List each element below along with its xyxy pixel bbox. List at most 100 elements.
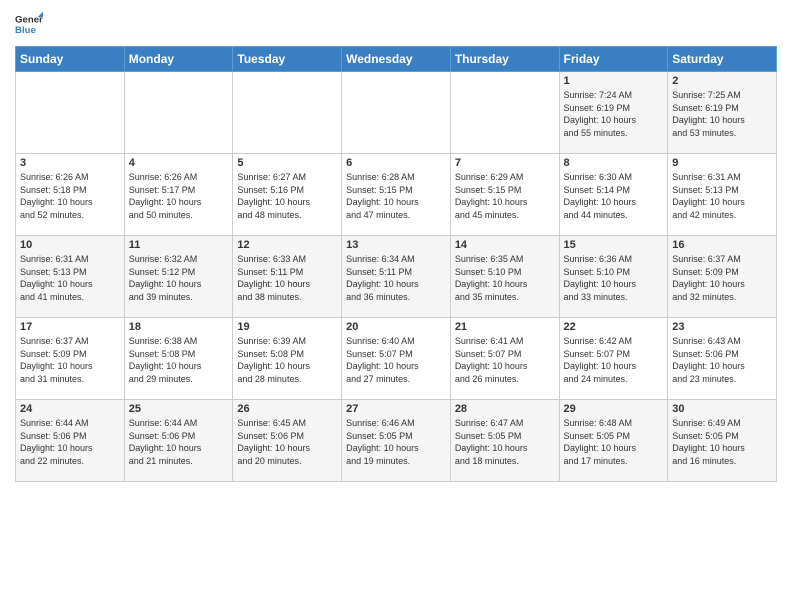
calendar-cell: 27 Sunrise: 6:46 AM Sunset: 5:05 PM Dayli… (342, 400, 451, 482)
day-info: Sunrise: 6:42 AM Sunset: 5:07 PM Dayligh… (564, 335, 664, 385)
calendar-cell: 13Sunrise: 6:34 AM Sunset: 5:11 PM Dayli… (342, 236, 451, 318)
day-info: Sunrise: 6:38 AM Sunset: 5:08 PM Dayligh… (129, 335, 229, 385)
calendar-cell: 18Sunrise: 6:38 AM Sunset: 5:08 PM Dayli… (124, 318, 233, 400)
calendar-cell: 17 Sunrise: 6:37 AM Sunset: 5:09 PM Dayli… (16, 318, 125, 400)
calendar-cell: 11 Sunrise: 6:32 AM Sunset: 5:12 PM Dayli… (124, 236, 233, 318)
weekday-header-tuesday: Tuesday (233, 47, 342, 72)
calendar-header: General Blue (15, 10, 777, 38)
day-number: 14 (455, 239, 555, 251)
calendar-cell (450, 72, 559, 154)
calendar-cell: 5Sunrise: 6:27 AM Sunset: 5:16 PM Daylig… (233, 154, 342, 236)
day-number: 21 (455, 321, 555, 333)
weekday-header-friday: Friday (559, 47, 668, 72)
day-info: Sunrise: 6:36 AM Sunset: 5:10 PM Dayligh… (564, 253, 664, 303)
day-number: 15 (564, 239, 664, 251)
calendar-cell: 30 Sunrise: 6:49 AM Sunset: 5:05 PM Dayli… (668, 400, 777, 482)
day-number: 23 (672, 321, 772, 333)
day-number: 4 (129, 157, 229, 169)
day-info: Sunrise: 6:30 AM Sunset: 5:14 PM Dayligh… (564, 171, 664, 221)
day-number: 8 (564, 157, 664, 169)
day-info: Sunrise: 6:44 AM Sunset: 5:06 PM Dayligh… (129, 417, 229, 467)
day-number: 19 (237, 321, 337, 333)
calendar-week-3: 10 Sunrise: 6:31 AM Sunset: 5:13 PM Dayli… (16, 236, 777, 318)
calendar-cell: 24 Sunrise: 6:44 AM Sunset: 5:06 PM Dayli… (16, 400, 125, 482)
day-info: Sunrise: 6:48 AM Sunset: 5:05 PM Dayligh… (564, 417, 664, 467)
day-number: 28 (455, 403, 555, 415)
calendar-cell: 2 Sunrise: 7:25 AM Sunset: 6:19 PM Daylig… (668, 72, 777, 154)
day-number: 29 (564, 403, 664, 415)
day-info: Sunrise: 6:32 AM Sunset: 5:12 PM Dayligh… (129, 253, 229, 303)
day-number: 12 (237, 239, 337, 251)
day-number: 26 (237, 403, 337, 415)
calendar-cell: 25 Sunrise: 6:44 AM Sunset: 5:06 PM Dayli… (124, 400, 233, 482)
day-info: Sunrise: 6:47 AM Sunset: 5:05 PM Dayligh… (455, 417, 555, 467)
calendar-cell: 14 Sunrise: 6:35 AM Sunset: 5:10 PM Dayli… (450, 236, 559, 318)
calendar-cell: 4Sunrise: 6:26 AM Sunset: 5:17 PM Daylig… (124, 154, 233, 236)
day-info: Sunrise: 6:35 AM Sunset: 5:10 PM Dayligh… (455, 253, 555, 303)
day-info: Sunrise: 6:34 AM Sunset: 5:11 PM Dayligh… (346, 253, 446, 303)
calendar-cell (124, 72, 233, 154)
calendar-cell: 21Sunrise: 6:41 AM Sunset: 5:07 PM Dayli… (450, 318, 559, 400)
day-info: Sunrise: 6:31 AM Sunset: 5:13 PM Dayligh… (672, 171, 772, 221)
calendar-cell: 3 Sunrise: 6:26 AM Sunset: 5:18 PM Daylig… (16, 154, 125, 236)
calendar-week-1: 1 Sunrise: 7:24 AM Sunset: 6:19 PM Daylig… (16, 72, 777, 154)
day-number: 3 (20, 157, 120, 169)
day-info: Sunrise: 6:46 AM Sunset: 5:05 PM Dayligh… (346, 417, 446, 467)
day-info: Sunrise: 7:24 AM Sunset: 6:19 PM Dayligh… (564, 89, 664, 139)
calendar-cell: 23 Sunrise: 6:43 AM Sunset: 5:06 PM Dayli… (668, 318, 777, 400)
calendar-cell: 16 Sunrise: 6:37 AM Sunset: 5:09 PM Dayli… (668, 236, 777, 318)
calendar-cell: 26 Sunrise: 6:45 AM Sunset: 5:06 PM Dayli… (233, 400, 342, 482)
weekday-header-wednesday: Wednesday (342, 47, 451, 72)
day-info: Sunrise: 6:44 AM Sunset: 5:06 PM Dayligh… (20, 417, 120, 467)
calendar-cell: 15 Sunrise: 6:36 AM Sunset: 5:10 PM Dayli… (559, 236, 668, 318)
logo-icon: General Blue (15, 10, 43, 38)
day-number: 6 (346, 157, 446, 169)
day-number: 2 (672, 75, 772, 87)
day-info: Sunrise: 7:25 AM Sunset: 6:19 PM Dayligh… (672, 89, 772, 139)
weekday-header-sunday: Sunday (16, 47, 125, 72)
calendar-cell: 28 Sunrise: 6:47 AM Sunset: 5:05 PM Dayli… (450, 400, 559, 482)
day-number: 24 (20, 403, 120, 415)
day-number: 17 (20, 321, 120, 333)
day-info: Sunrise: 6:28 AM Sunset: 5:15 PM Dayligh… (346, 171, 446, 221)
day-info: Sunrise: 6:31 AM Sunset: 5:13 PM Dayligh… (20, 253, 120, 303)
calendar-cell: 6 Sunrise: 6:28 AM Sunset: 5:15 PM Daylig… (342, 154, 451, 236)
logo: General Blue (15, 10, 43, 38)
day-number: 25 (129, 403, 229, 415)
day-info: Sunrise: 6:29 AM Sunset: 5:15 PM Dayligh… (455, 171, 555, 221)
calendar-cell: 22Sunrise: 6:42 AM Sunset: 5:07 PM Dayli… (559, 318, 668, 400)
calendar-cell: 19Sunrise: 6:39 AM Sunset: 5:08 PM Dayli… (233, 318, 342, 400)
day-info: Sunrise: 6:37 AM Sunset: 5:09 PM Dayligh… (20, 335, 120, 385)
day-number: 27 (346, 403, 446, 415)
calendar-week-2: 3 Sunrise: 6:26 AM Sunset: 5:18 PM Daylig… (16, 154, 777, 236)
day-number: 1 (564, 75, 664, 87)
calendar-cell: 12 Sunrise: 6:33 AM Sunset: 5:11 PM Dayli… (233, 236, 342, 318)
svg-text:Blue: Blue (15, 25, 36, 36)
calendar-cell: 1 Sunrise: 7:24 AM Sunset: 6:19 PM Daylig… (559, 72, 668, 154)
day-number: 16 (672, 239, 772, 251)
calendar-cell: 8 Sunrise: 6:30 AM Sunset: 5:14 PM Daylig… (559, 154, 668, 236)
day-info: Sunrise: 6:43 AM Sunset: 5:06 PM Dayligh… (672, 335, 772, 385)
day-info: Sunrise: 6:40 AM Sunset: 5:07 PM Dayligh… (346, 335, 446, 385)
svg-text:General: General (15, 14, 43, 25)
day-info: Sunrise: 6:33 AM Sunset: 5:11 PM Dayligh… (237, 253, 337, 303)
day-number: 11 (129, 239, 229, 251)
calendar-week-4: 17 Sunrise: 6:37 AM Sunset: 5:09 PM Dayli… (16, 318, 777, 400)
day-number: 30 (672, 403, 772, 415)
day-number: 10 (20, 239, 120, 251)
calendar-cell: 10 Sunrise: 6:31 AM Sunset: 5:13 PM Dayli… (16, 236, 125, 318)
calendar-cell (342, 72, 451, 154)
calendar-cell: 9Sunrise: 6:31 AM Sunset: 5:13 PM Daylig… (668, 154, 777, 236)
calendar-table: SundayMondayTuesdayWednesdayThursdayFrid… (15, 46, 777, 482)
day-info: Sunrise: 6:49 AM Sunset: 5:05 PM Dayligh… (672, 417, 772, 467)
day-info: Sunrise: 6:45 AM Sunset: 5:06 PM Dayligh… (237, 417, 337, 467)
day-info: Sunrise: 6:27 AM Sunset: 5:16 PM Dayligh… (237, 171, 337, 221)
weekday-header-row: SundayMondayTuesdayWednesdayThursdayFrid… (16, 47, 777, 72)
day-info: Sunrise: 6:26 AM Sunset: 5:18 PM Dayligh… (20, 171, 120, 221)
calendar-container: General Blue SundayMondayTuesdayWednesda… (0, 0, 792, 492)
calendar-week-5: 24 Sunrise: 6:44 AM Sunset: 5:06 PM Dayli… (16, 400, 777, 482)
day-info: Sunrise: 6:37 AM Sunset: 5:09 PM Dayligh… (672, 253, 772, 303)
calendar-cell: 20 Sunrise: 6:40 AM Sunset: 5:07 PM Dayli… (342, 318, 451, 400)
day-number: 20 (346, 321, 446, 333)
calendar-cell: 29 Sunrise: 6:48 AM Sunset: 5:05 PM Dayli… (559, 400, 668, 482)
